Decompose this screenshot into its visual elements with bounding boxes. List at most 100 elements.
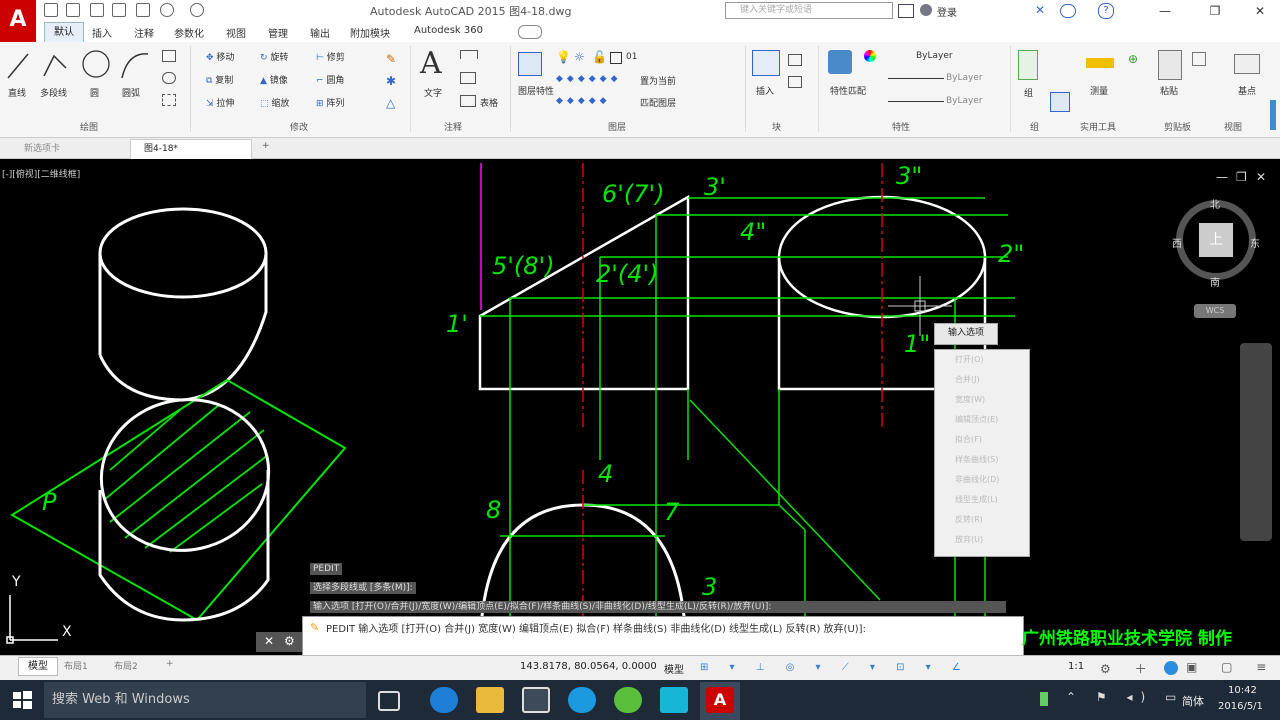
current-layer[interactable]: 01 <box>626 52 637 62</box>
menu-item-join[interactable]: 合并(J) <box>955 374 980 385</box>
ellipse-icon[interactable] <box>162 72 176 84</box>
viewport-restore-icon[interactable]: ❐ <box>1236 170 1247 184</box>
color-wheel-icon[interactable] <box>864 50 876 62</box>
text-tool-icon[interactable]: A <box>420 46 442 81</box>
viewcube-top-face[interactable]: 上 <box>1199 223 1233 257</box>
viewport-minimize-icon[interactable]: — <box>1216 170 1228 184</box>
exchange-icon[interactable]: ✕ <box>1035 4 1049 16</box>
panel-modify[interactable]: 修改 <box>290 120 308 133</box>
panel-view[interactable]: 视图 <box>1224 120 1242 133</box>
fillet-tool[interactable]: ⌐ 圆角 <box>316 73 344 86</box>
close-button[interactable]: ✕ <box>1245 2 1275 20</box>
maximize-button[interactable]: ❐ <box>1200 2 1230 20</box>
task-view-icon[interactable] <box>378 691 400 711</box>
help-icon[interactable]: ? <box>1098 3 1114 19</box>
edit-block-icon[interactable] <box>788 76 802 88</box>
sun-icon[interactable]: ☼ <box>574 50 585 64</box>
panel-utilities[interactable]: 实用工具 <box>1080 120 1116 133</box>
command-input[interactable]: PEDIT 输入选项 [打开(O) 合并(J) 宽度(W) 编辑顶点(E) 拟合… <box>326 621 1016 638</box>
group-tool[interactable]: 组 <box>1024 86 1033 99</box>
circle-tool[interactable]: 圆 <box>90 86 99 99</box>
panel-layers[interactable]: 图层 <box>608 120 626 133</box>
tab-autodesk360[interactable]: Autodesk 360 <box>414 25 483 36</box>
isolate-objects-icon[interactable] <box>1164 661 1178 675</box>
stretch-tool[interactable]: ⇲ 拉伸 <box>206 96 234 109</box>
color-dropdown[interactable]: ByLayer <box>916 51 953 61</box>
copy-tool[interactable]: ⧉ 复制 <box>206 73 233 86</box>
leader-icon[interactable] <box>460 72 476 84</box>
menu-item-fit[interactable]: 拟合(F) <box>955 434 982 445</box>
linetype-dropdown[interactable]: ByLayer <box>946 73 983 83</box>
navigation-bar[interactable] <box>1240 343 1272 541</box>
paste-icon[interactable] <box>1158 50 1182 80</box>
array-tool[interactable]: ⊞ 阵列 <box>316 96 344 109</box>
binoculars-icon[interactable] <box>898 4 914 18</box>
lightbulb-icon[interactable]: 💡 <box>556 50 571 64</box>
tab-home[interactable]: 默认 <box>44 22 84 42</box>
move-tool[interactable]: ✥ 移动 <box>206 50 234 63</box>
redo-icon[interactable] <box>190 3 204 17</box>
save-as-icon[interactable] <box>112 3 126 17</box>
clock-time[interactable]: 10:42 <box>1228 685 1257 696</box>
line-tool[interactable]: 直线 <box>8 86 26 99</box>
insert-block-icon[interactable] <box>752 50 780 76</box>
minimize-button[interactable]: — <box>1150 2 1180 20</box>
set-current-tool[interactable]: 置为当前 <box>640 74 676 87</box>
base-tool[interactable]: 基点 <box>1238 84 1256 97</box>
tab-layout2[interactable]: 布局2 <box>114 659 138 672</box>
taskbar-search[interactable]: 搜索 Web 和 Windows <box>44 682 366 718</box>
qq-browser-icon[interactable] <box>568 687 596 713</box>
rotate-tool[interactable]: ↻ 旋转 <box>260 50 288 63</box>
arc-tool[interactable]: 圆弧 <box>122 86 140 99</box>
dimension-icon[interactable] <box>460 50 478 59</box>
a360-icon[interactable] <box>1060 4 1076 18</box>
layer-tools-row-2[interactable]: ◆◆◆◆◆ <box>556 96 636 106</box>
group-edit-icon[interactable] <box>1050 92 1070 112</box>
coordinates-readout[interactable]: 143.8178, 80.0564, 0.0000 <box>520 661 657 672</box>
edge-icon[interactable] <box>430 687 458 713</box>
search-input[interactable]: 键入关键字或短语 <box>725 2 893 19</box>
explode-icon[interactable]: ✱ <box>386 74 396 88</box>
panel-draw[interactable]: 绘图 <box>80 120 98 133</box>
ribbon-scroll-handle[interactable] <box>1270 100 1276 130</box>
sign-in-label[interactable]: 登录 <box>937 4 957 19</box>
create-block-icon[interactable] <box>788 54 802 66</box>
lineweight-dropdown[interactable]: ByLayer <box>946 96 983 106</box>
measure-icon[interactable] <box>1086 58 1114 68</box>
layer-properties-icon[interactable] <box>518 52 542 76</box>
mirror-tool[interactable]: ▲ 镜像 <box>260 73 288 86</box>
drafting-aid-toggles[interactable]: ⊞ ▾ ⊥ ◎ ▾ ⟋ ▾ ⊡ ▾ ∠ <box>700 662 1020 673</box>
model-space-toggle[interactable]: 模型 <box>664 661 684 676</box>
customize-command-icon[interactable]: ⚙ <box>284 634 295 648</box>
insert-tool[interactable]: 插入 <box>756 84 774 97</box>
panel-properties[interactable]: 特性 <box>892 120 910 133</box>
close-command-icon[interactable]: ✕ <box>264 634 274 648</box>
wechat-icon[interactable] <box>614 687 642 713</box>
menu-item-edit-vertex[interactable]: 编辑顶点(E) <box>955 414 998 425</box>
save-icon[interactable] <box>90 3 104 17</box>
menu-item-reverse[interactable]: 反转(R) <box>955 514 983 525</box>
trim-tool[interactable]: ⊢ 修剪 <box>316 50 345 63</box>
calculator-icon[interactable]: ⊕ <box>1128 52 1138 66</box>
match-properties-tool[interactable]: 特性匹配 <box>830 84 866 97</box>
status-more-tools[interactable]: ▣ ▢ ≡ <box>1186 660 1276 674</box>
battery-icon[interactable] <box>1040 692 1048 706</box>
measure-tool[interactable]: 测量 <box>1090 84 1108 97</box>
layer-properties-tool[interactable]: 图层特性 <box>518 84 554 97</box>
compass-west[interactable]: 西 <box>1172 235 1182 250</box>
pencil-icon[interactable]: ✎ <box>386 52 396 66</box>
tab-addins[interactable]: 附加模块 <box>350 25 390 40</box>
group-icon[interactable] <box>1018 50 1038 80</box>
text-tool[interactable]: 文字 <box>424 86 442 99</box>
tab-annotate[interactable]: 注释 <box>134 25 154 40</box>
match-properties-icon[interactable] <box>828 50 852 74</box>
tab-insert[interactable]: 插入 <box>92 25 112 40</box>
tab-add-layout[interactable]: + <box>166 659 174 669</box>
base-view-icon[interactable] <box>1234 54 1260 74</box>
store-icon[interactable] <box>522 687 550 713</box>
scale-tool[interactable]: ⬚ 缩放 <box>260 96 289 109</box>
panel-groups[interactable]: 组 <box>1030 120 1039 133</box>
wcs-menu[interactable]: WCS <box>1194 304 1236 318</box>
lock-icon[interactable]: 🔓 <box>592 50 607 64</box>
tab-manage[interactable]: 管理 <box>268 25 288 40</box>
